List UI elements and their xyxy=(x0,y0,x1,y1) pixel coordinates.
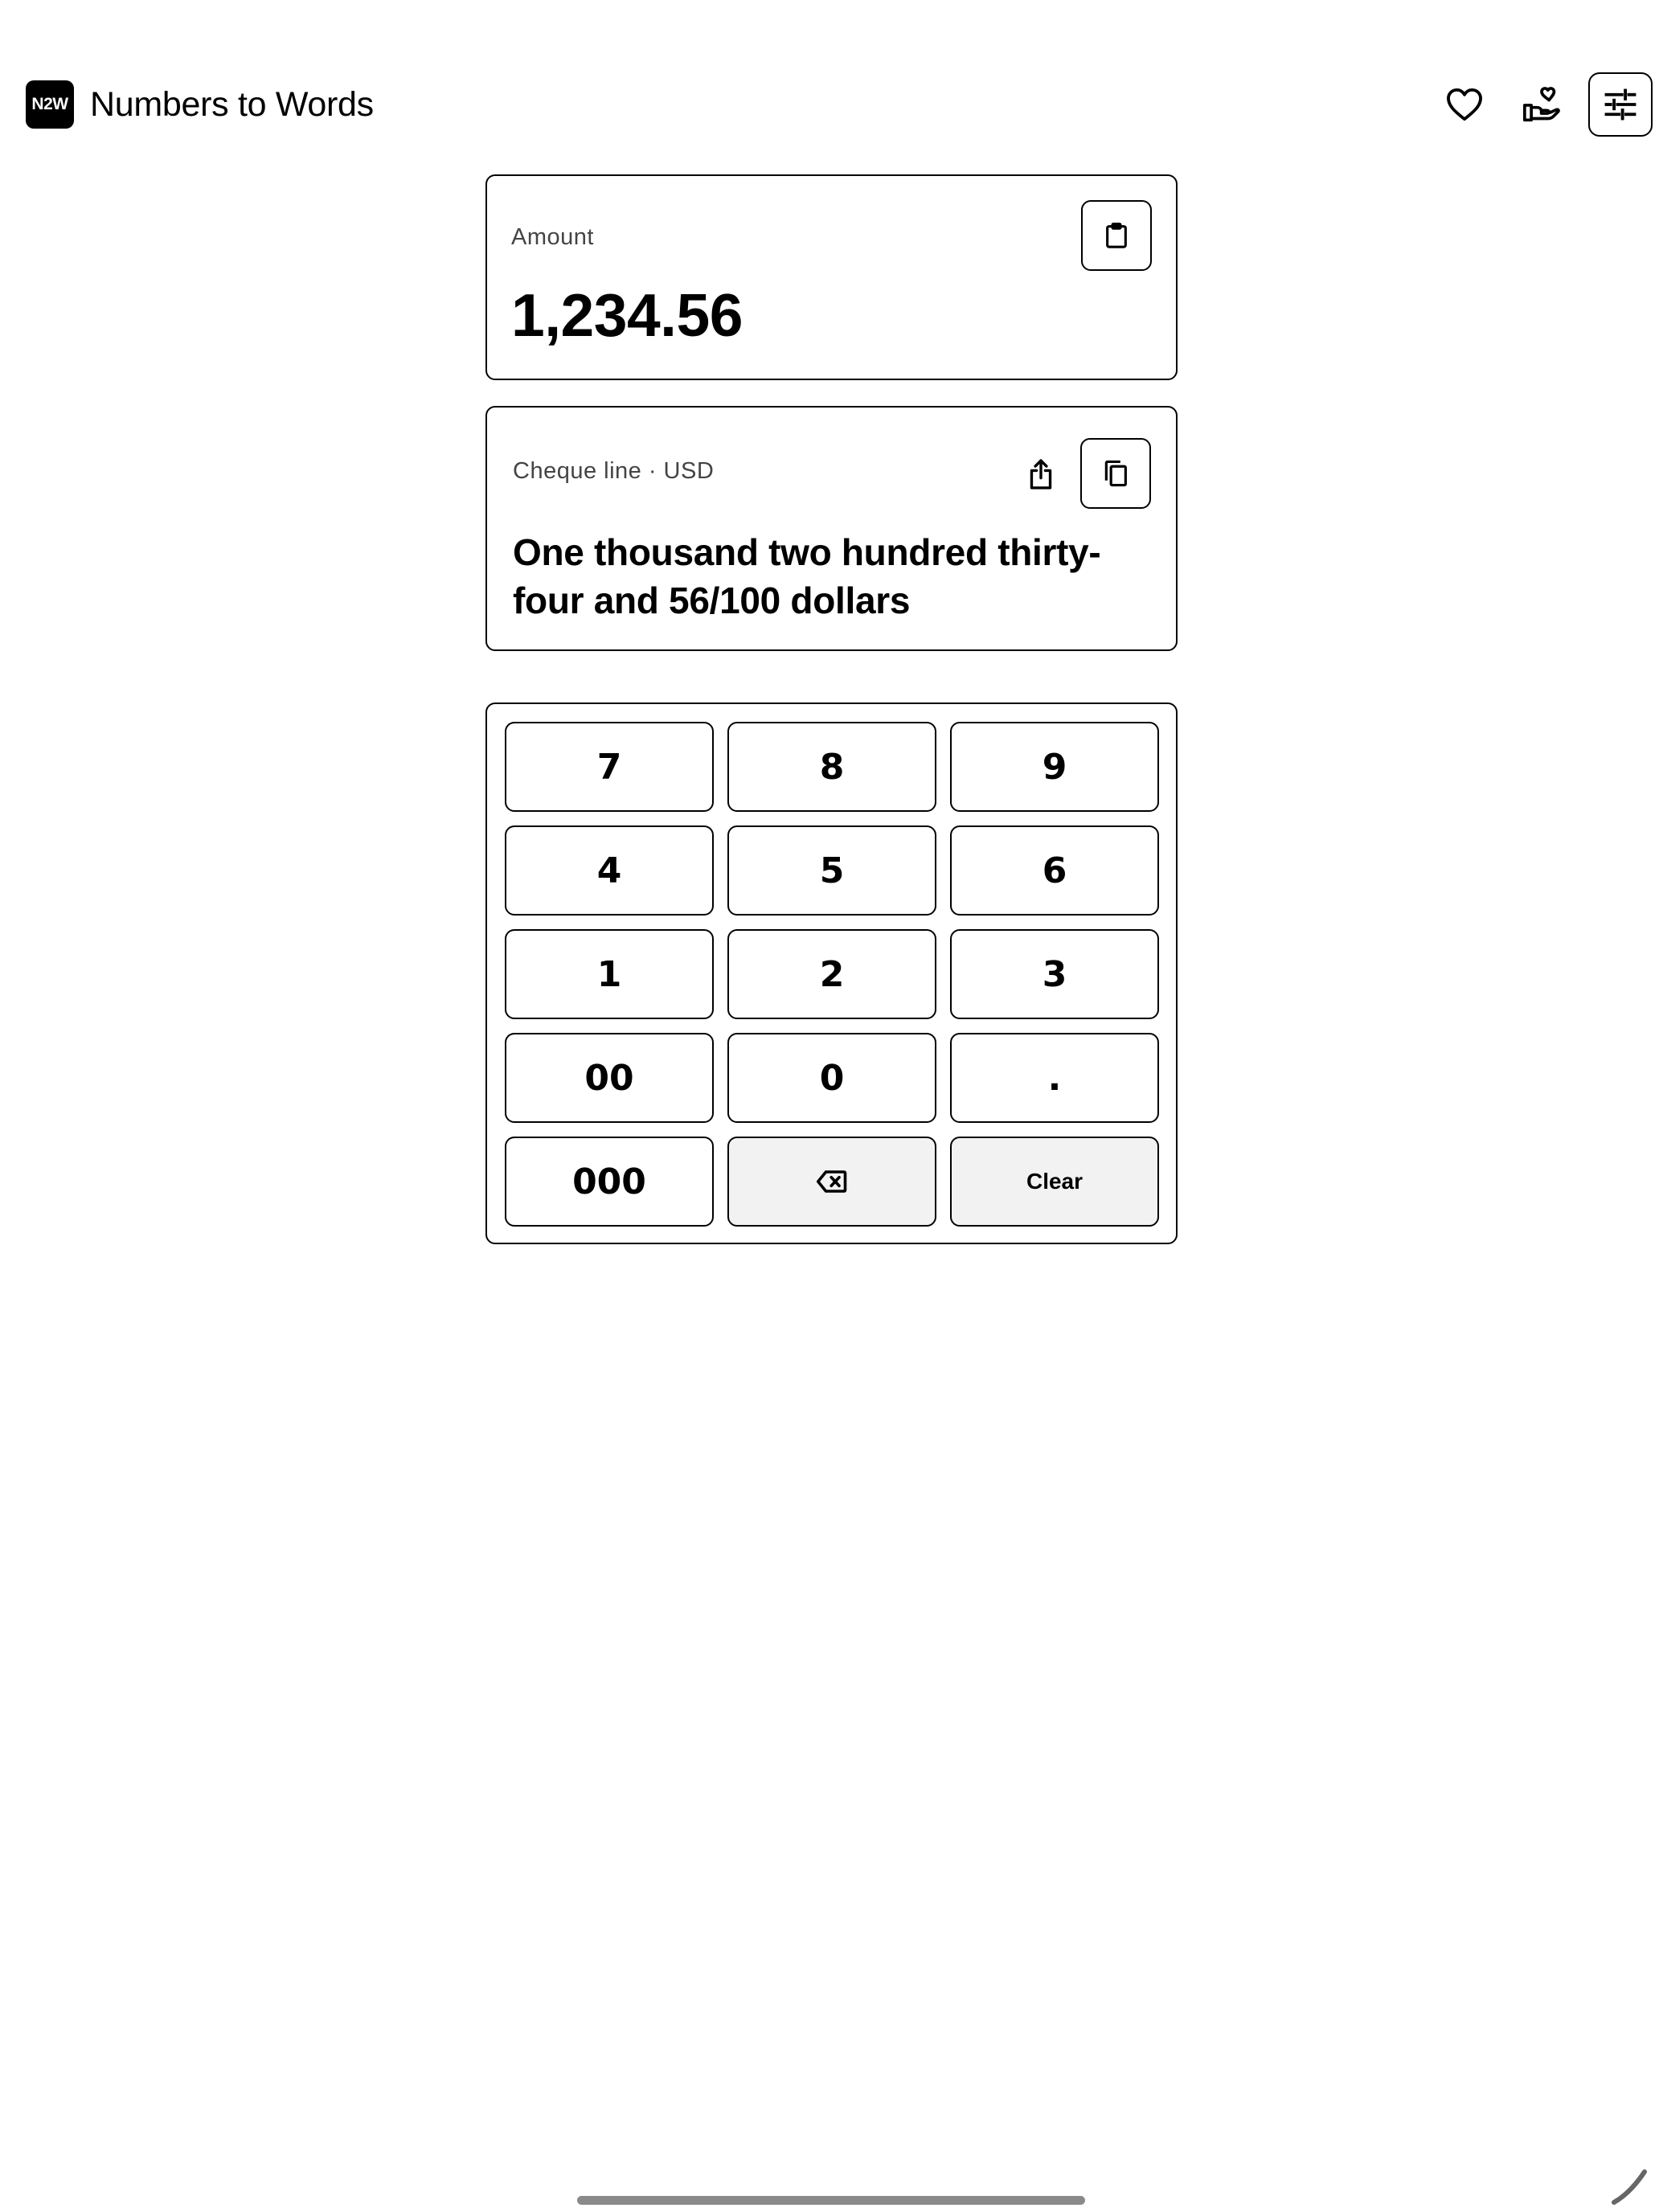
amount-label: Amount xyxy=(511,224,594,250)
cheque-card: Cheque line · USD One thousand two hundr… xyxy=(485,406,1178,651)
pencil-hover-indicator xyxy=(1612,2169,1647,2205)
copy-button[interactable] xyxy=(1080,438,1151,509)
cheque-label: Cheque line · USD xyxy=(513,458,715,484)
settings-sliders-icon xyxy=(1604,88,1636,121)
amount-card: Amount 1,234.56 xyxy=(485,174,1178,380)
key-8[interactable]: 8 xyxy=(727,722,936,812)
key-3[interactable]: 3 xyxy=(950,929,1159,1019)
key-00[interactable]: 00 xyxy=(505,1033,714,1123)
share-icon xyxy=(1030,459,1052,490)
backspace-icon xyxy=(816,1170,847,1193)
key-decimal[interactable]: . xyxy=(950,1033,1159,1123)
home-indicator xyxy=(577,2196,1085,2205)
key-000[interactable]: 000 xyxy=(505,1137,714,1227)
app-logo: N2W xyxy=(26,80,74,129)
key-7[interactable]: 7 xyxy=(505,722,714,812)
cheque-words-text: One thousand two hundred thirty-four and… xyxy=(513,531,1101,621)
donate-button[interactable] xyxy=(1508,71,1575,138)
keypad: 7 8 9 4 5 6 1 2 3 00 0 . 000 Clear xyxy=(485,703,1178,1244)
share-button[interactable] xyxy=(1018,452,1063,497)
key-6[interactable]: 6 xyxy=(950,825,1159,916)
app-root: N2W Numbers to Words Amount 1,234.56 Che… xyxy=(0,0,1659,2212)
key-9[interactable]: 9 xyxy=(950,722,1159,812)
heart-icon xyxy=(1447,88,1482,121)
key-4[interactable]: 4 xyxy=(505,825,714,916)
backspace-button[interactable] xyxy=(727,1137,936,1227)
settings-button[interactable] xyxy=(1588,72,1653,137)
amount-value[interactable]: 1,234.56 xyxy=(511,281,743,350)
paste-button[interactable] xyxy=(1081,200,1152,271)
clipboard-icon xyxy=(1106,222,1127,248)
favorite-button[interactable] xyxy=(1431,71,1498,138)
donate-icon xyxy=(1523,87,1560,122)
key-5[interactable]: 5 xyxy=(727,825,936,916)
key-2[interactable]: 2 xyxy=(727,929,936,1019)
copy-icon xyxy=(1104,460,1127,487)
key-1[interactable]: 1 xyxy=(505,929,714,1019)
key-0[interactable]: 0 xyxy=(727,1033,936,1123)
app-title: Numbers to Words xyxy=(90,84,374,124)
header-actions xyxy=(1421,71,1653,138)
app-header: N2W Numbers to Words xyxy=(26,71,1653,138)
clear-button[interactable]: Clear xyxy=(950,1137,1159,1227)
